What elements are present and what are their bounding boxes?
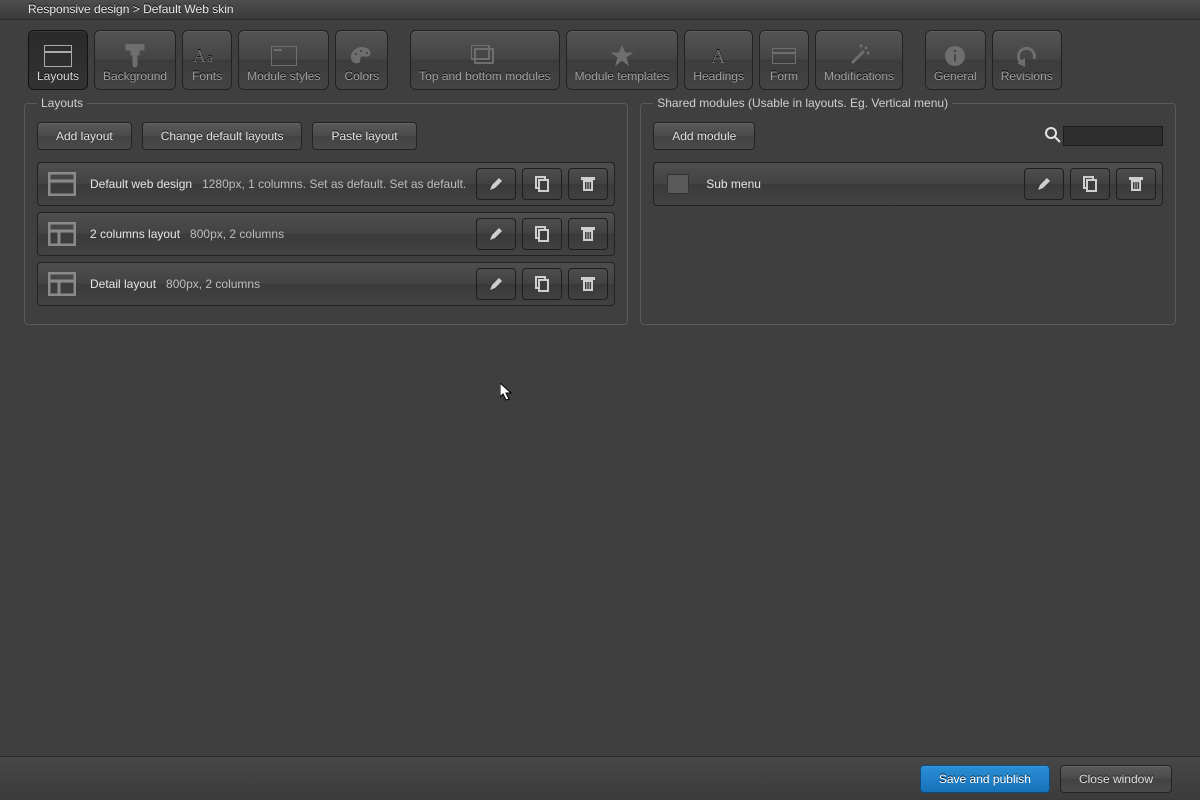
layout-thumb-icon — [48, 271, 76, 297]
tab-module-styles[interactable]: Module styles — [238, 30, 329, 90]
tab-modifications[interactable]: Modifications — [815, 30, 903, 90]
trash-icon — [1128, 176, 1144, 192]
copy-icon — [534, 226, 550, 242]
tab-background[interactable]: Background — [94, 30, 176, 90]
add-module-button[interactable]: Add module — [653, 122, 755, 150]
tab-label: Module templates — [575, 69, 670, 83]
tab-label: Headings — [693, 69, 744, 83]
shared-modules-legend: Shared modules (Usable in layouts. Eg. V… — [653, 96, 952, 110]
fonts-icon: Aa — [193, 43, 221, 69]
layout-name: Detail layout — [90, 277, 156, 291]
layout-meta: 1280px, 1 columns. Set as default. Set a… — [202, 177, 466, 191]
copy-icon — [534, 176, 550, 192]
module-thumb-icon — [664, 171, 692, 197]
trash-icon — [580, 176, 596, 192]
tab-headings[interactable]: A Headings — [684, 30, 753, 90]
add-layout-button[interactable]: Add layout — [37, 122, 132, 150]
tab-label: Modifications — [824, 69, 894, 83]
delete-button[interactable] — [568, 218, 608, 250]
shared-modules-panel: Shared modules (Usable in layouts. Eg. V… — [640, 96, 1176, 325]
layouts-legend: Layouts — [37, 96, 87, 110]
module-name: Sub menu — [706, 177, 761, 191]
layouts-icon — [44, 43, 72, 69]
tab-revisions[interactable]: Revisions — [992, 30, 1062, 90]
tab-form[interactable]: Form — [759, 30, 809, 90]
svg-text:A: A — [711, 46, 726, 66]
copy-button[interactable] — [522, 218, 562, 250]
layout-row[interactable]: Default web design 1280px, 1 columns. Se… — [37, 162, 615, 206]
toolbar: Layouts Background Aa Fonts Module style… — [0, 20, 1200, 96]
tab-label: Layouts — [37, 69, 79, 83]
undo-icon — [1014, 43, 1040, 69]
layout-meta: 800px, 2 columns — [190, 227, 284, 241]
tab-label: Form — [770, 69, 798, 83]
layout-meta: 800px, 2 columns — [166, 277, 260, 291]
delete-button[interactable] — [1116, 168, 1156, 200]
tab-colors[interactable]: Colors — [335, 30, 388, 90]
mouse-cursor — [500, 383, 514, 401]
edit-button[interactable] — [476, 268, 516, 300]
form-icon — [772, 43, 796, 69]
footer: Save and publish Close window — [0, 756, 1200, 800]
wand-icon — [847, 43, 871, 69]
tab-fonts[interactable]: Aa Fonts — [182, 30, 232, 90]
layout-thumb-icon — [48, 171, 76, 197]
background-icon — [124, 43, 146, 69]
delete-button[interactable] — [568, 268, 608, 300]
layout-row[interactable]: Detail layout 800px, 2 columns — [37, 262, 615, 306]
tab-label: General — [934, 69, 977, 83]
pencil-icon — [488, 226, 504, 242]
copy-button[interactable] — [522, 268, 562, 300]
svg-text:A: A — [193, 46, 206, 66]
close-window-button[interactable]: Close window — [1060, 765, 1172, 793]
layouts-panel: Layouts Add layout Change default layout… — [24, 96, 628, 325]
info-icon — [944, 43, 966, 69]
svg-text:a: a — [207, 50, 213, 65]
top-bottom-icon — [471, 43, 499, 69]
edit-button[interactable] — [476, 218, 516, 250]
tab-label: Revisions — [1001, 69, 1053, 83]
copy-button[interactable] — [522, 168, 562, 200]
trash-icon — [580, 276, 596, 292]
colors-icon — [349, 43, 375, 69]
tab-layouts[interactable]: Layouts — [28, 30, 88, 90]
pencil-icon — [488, 276, 504, 292]
layout-name: Default web design — [90, 177, 192, 191]
paste-layout-button[interactable]: Paste layout — [312, 122, 416, 150]
tab-label: Colors — [344, 69, 379, 83]
edit-button[interactable] — [476, 168, 516, 200]
module-row[interactable]: Sub menu — [653, 162, 1163, 206]
edit-button[interactable] — [1024, 168, 1064, 200]
tab-label: Top and bottom modules — [419, 69, 550, 83]
layout-thumb-icon — [48, 221, 76, 247]
copy-button[interactable] — [1070, 168, 1110, 200]
headings-icon: A — [709, 43, 729, 69]
pencil-icon — [488, 176, 504, 192]
search-icon — [1045, 127, 1061, 146]
copy-icon — [1082, 176, 1098, 192]
search-input[interactable] — [1063, 126, 1163, 146]
module-styles-icon — [271, 43, 297, 69]
tab-general[interactable]: General — [925, 30, 986, 90]
save-publish-button[interactable]: Save and publish — [920, 765, 1050, 793]
tab-label: Module styles — [247, 69, 320, 83]
change-default-layouts-button[interactable]: Change default layouts — [142, 122, 303, 150]
delete-button[interactable] — [568, 168, 608, 200]
star-icon — [611, 43, 633, 69]
window-title: Responsive design > Default Web skin — [0, 0, 1200, 20]
layout-name: 2 columns layout — [90, 227, 180, 241]
trash-icon — [580, 226, 596, 242]
tab-label: Background — [103, 69, 167, 83]
pencil-icon — [1036, 176, 1052, 192]
tab-top-bottom-modules[interactable]: Top and bottom modules — [410, 30, 559, 90]
copy-icon — [534, 276, 550, 292]
tab-module-templates[interactable]: Module templates — [566, 30, 679, 90]
tab-label: Fonts — [192, 69, 222, 83]
layout-row[interactable]: 2 columns layout 800px, 2 columns — [37, 212, 615, 256]
